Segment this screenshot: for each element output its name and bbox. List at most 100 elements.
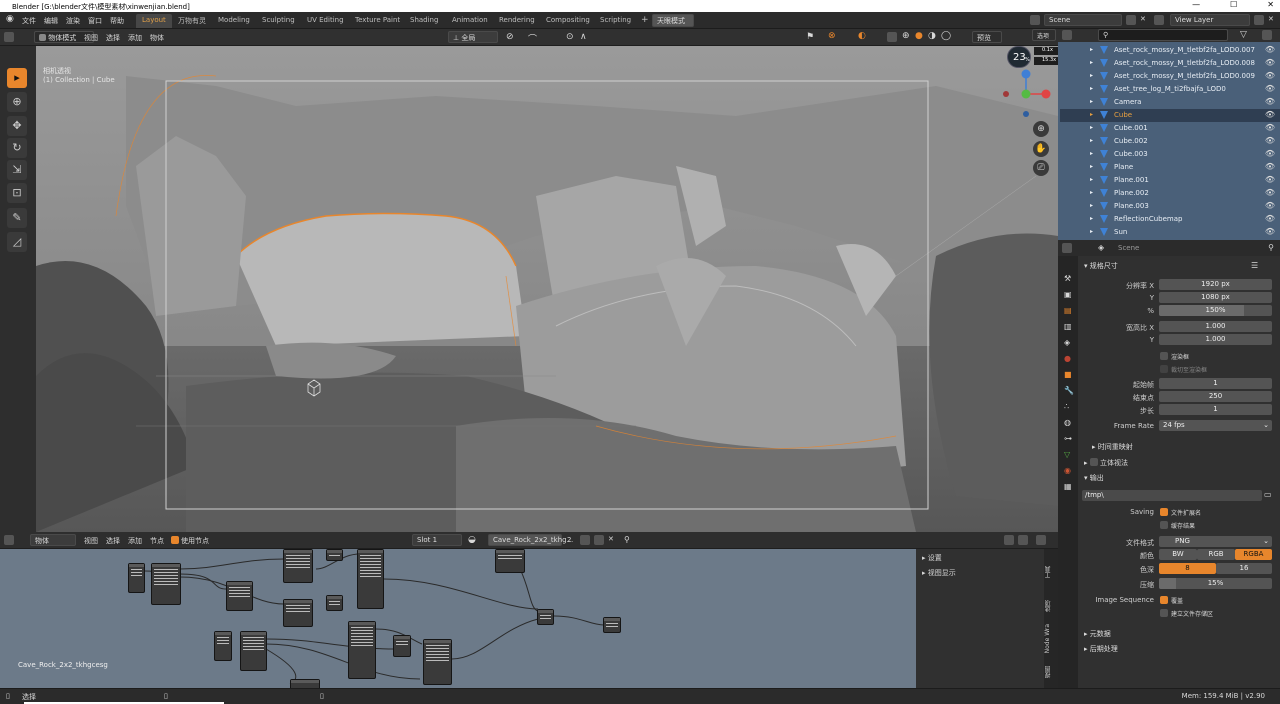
frame-start-field[interactable]: 1 bbox=[1159, 378, 1272, 389]
visibility-eye-icon[interactable]: 👁 bbox=[1265, 227, 1275, 236]
shading-material-icon[interactable]: ◑ bbox=[928, 31, 936, 41]
node-editor-type-icon[interactable] bbox=[4, 535, 14, 545]
file-format-dropdown[interactable]: PNG ⌄ bbox=[1159, 536, 1272, 547]
viewport-menu-view[interactable]: 视图 bbox=[84, 33, 98, 43]
new-collection-icon[interactable] bbox=[1262, 30, 1272, 40]
output-tab-icon[interactable]: ▤ bbox=[1064, 306, 1072, 315]
filter-icon[interactable]: ▽ bbox=[1240, 30, 1247, 40]
tab-view[interactable]: 视图 bbox=[1044, 666, 1057, 678]
gizmo-icon[interactable]: ⚑ bbox=[806, 32, 814, 42]
pan-view-icon[interactable]: ✋ bbox=[1033, 141, 1049, 157]
viewport-menu-select[interactable]: 选择 bbox=[106, 33, 120, 43]
xray-icon[interactable]: ◐ bbox=[858, 31, 866, 41]
zoom-view-icon[interactable]: ⊕ bbox=[1033, 121, 1049, 137]
texture-tab-icon[interactable]: ▦ bbox=[1064, 482, 1072, 491]
scene-tab-icon[interactable]: ◈ bbox=[1064, 338, 1070, 347]
render-tab-icon[interactable]: ▣ bbox=[1064, 290, 1072, 299]
res-y-field[interactable]: 1080 px bbox=[1159, 292, 1272, 303]
node-bsdf[interactable] bbox=[537, 609, 554, 625]
particles-tab-icon[interactable]: ∴ bbox=[1064, 402, 1069, 411]
viewlayer-selector[interactable]: View Layer bbox=[1170, 14, 1250, 26]
data-tab-icon[interactable]: ▽ bbox=[1064, 450, 1070, 459]
output-path-field[interactable]: /tmp\ bbox=[1082, 490, 1262, 501]
delete-scene-icon[interactable]: ✕ bbox=[1140, 15, 1146, 23]
visibility-eye-icon[interactable]: 👁 bbox=[1265, 149, 1275, 158]
node-menu-select[interactable]: 选择 bbox=[106, 536, 120, 546]
node-input[interactable] bbox=[128, 563, 145, 593]
material-tab-icon[interactable]: ◉ bbox=[1064, 466, 1071, 475]
pivot-icon[interactable]: ⊘ bbox=[506, 32, 514, 42]
tab-animation[interactable]: Animation bbox=[446, 14, 494, 28]
transform-orientation[interactable]: ⊥ 全局 bbox=[448, 31, 498, 43]
expand-arrow-icon[interactable]: ▸ bbox=[1090, 228, 1093, 235]
viewport-menu-object[interactable]: 物体 bbox=[150, 33, 164, 43]
menu-help[interactable]: 帮助 bbox=[110, 16, 124, 26]
duplicate-material-icon[interactable] bbox=[594, 535, 604, 545]
cache-result-checkbox[interactable] bbox=[1160, 521, 1168, 529]
transform-tool-icon[interactable]: ⊡ bbox=[7, 183, 27, 203]
viewlayer-tab-icon[interactable]: ▥ bbox=[1064, 322, 1072, 331]
outliner-row[interactable]: ▸ Plane.001 👁 bbox=[1060, 174, 1280, 187]
constraints-tab-icon[interactable]: ⊶ bbox=[1064, 434, 1072, 443]
aspect-y-field[interactable]: 1.000 bbox=[1159, 334, 1272, 345]
node-bottom[interactable] bbox=[290, 679, 320, 688]
expand-arrow-icon[interactable]: ▸ bbox=[1090, 202, 1093, 209]
tab-shading[interactable]: Shading bbox=[404, 14, 444, 28]
object-tab-icon[interactable]: ■ bbox=[1064, 370, 1072, 379]
options-button[interactable]: 选项 bbox=[1032, 29, 1056, 41]
compression-slider[interactable]: 15% bbox=[1159, 578, 1272, 589]
select-tool-icon[interactable]: ▸ bbox=[7, 68, 27, 88]
overlay-icon[interactable]: ⊗ bbox=[828, 31, 836, 41]
outliner-row[interactable]: ▸ ReflectionCubemap 👁 bbox=[1060, 213, 1280, 226]
overlay-node-icon[interactable] bbox=[1018, 535, 1028, 545]
menu-window[interactable]: 窗口 bbox=[88, 16, 102, 26]
visibility-eye-icon[interactable]: 👁 bbox=[1265, 84, 1275, 93]
tab-tool[interactable]: 工具 bbox=[1044, 566, 1057, 578]
frame-end-field[interactable]: 250 bbox=[1159, 391, 1272, 402]
tab-uv-editing[interactable]: UV Editing bbox=[301, 14, 350, 28]
time-remap-panel[interactable]: ▸ 时间重映射 bbox=[1092, 442, 1133, 452]
camera-view-icon[interactable]: ⎚ bbox=[1033, 160, 1049, 176]
aspect-x-field[interactable]: 1.000 bbox=[1159, 321, 1272, 332]
expand-arrow-icon[interactable]: ▸ bbox=[1090, 111, 1093, 118]
stereo-panel[interactable]: ▸ 立体视法 bbox=[1084, 457, 1128, 468]
measure-tool-icon[interactable]: ◿ bbox=[7, 232, 27, 252]
tab-options[interactable]: 选项 bbox=[1044, 600, 1057, 612]
render-border-checkbox[interactable] bbox=[1160, 352, 1168, 360]
material-selector[interactable]: Cave_Rock_2x2_tkhg... bbox=[488, 534, 573, 546]
node-mix-b[interactable] bbox=[348, 621, 376, 679]
physics-tab-icon[interactable]: ◍ bbox=[1064, 418, 1071, 427]
visibility-eye-icon[interactable]: 👁 bbox=[1265, 97, 1275, 106]
navigation-gizmo-icon[interactable] bbox=[998, 64, 1054, 120]
delete-viewlayer-icon[interactable]: ✕ bbox=[1268, 15, 1274, 23]
editor-type-icon[interactable] bbox=[4, 32, 14, 42]
outliner-row[interactable]: ▸ Plane.003 👁 bbox=[1060, 200, 1280, 213]
tool-tab-icon[interactable]: ⚒ bbox=[1064, 274, 1071, 283]
outliner-row[interactable]: ▸ Cube.002 👁 bbox=[1060, 135, 1280, 148]
expand-arrow-icon[interactable]: ▸ bbox=[1090, 72, 1093, 79]
pin-node-icon[interactable]: ⚲ bbox=[624, 535, 630, 544]
move-tool-icon[interactable]: ✥ bbox=[7, 116, 27, 136]
maximize-button[interactable]: ☐ bbox=[1230, 0, 1237, 9]
color-bw-button[interactable]: BW bbox=[1159, 549, 1197, 560]
expand-arrow-icon[interactable]: ▸ bbox=[1090, 46, 1093, 53]
close-button[interactable]: ✕ bbox=[1267, 0, 1274, 9]
viewport-display-panel[interactable]: ▸ 视图显示 bbox=[922, 568, 956, 578]
node-small-a[interactable] bbox=[326, 549, 343, 561]
outliner-row[interactable]: ▸ Plane.002 👁 bbox=[1060, 187, 1280, 200]
menu-edit[interactable]: 编辑 bbox=[44, 16, 58, 26]
tab-layout[interactable]: Layout bbox=[136, 14, 172, 28]
metadata-panel[interactable]: ▸ 元数据 bbox=[1084, 629, 1111, 639]
expand-arrow-icon[interactable]: ▸ bbox=[1090, 215, 1093, 222]
outliner-type-icon[interactable] bbox=[1062, 30, 1072, 40]
menu-file[interactable]: 文件 bbox=[22, 16, 36, 26]
unlink-material-icon[interactable]: ✕ bbox=[608, 535, 614, 543]
falloff-icon[interactable]: ∧ bbox=[580, 32, 587, 42]
scene-selector[interactable]: Scene bbox=[1044, 14, 1122, 26]
node-texture-a[interactable] bbox=[226, 581, 253, 611]
backdrop-icon[interactable] bbox=[1036, 535, 1046, 545]
visibility-eye-icon[interactable]: 👁 bbox=[1265, 123, 1275, 132]
expand-arrow-icon[interactable]: ▸ bbox=[1090, 137, 1093, 144]
shading-rendered-icon[interactable]: ◯ bbox=[941, 31, 951, 41]
tab-sculpting[interactable]: Sculpting bbox=[256, 14, 301, 28]
